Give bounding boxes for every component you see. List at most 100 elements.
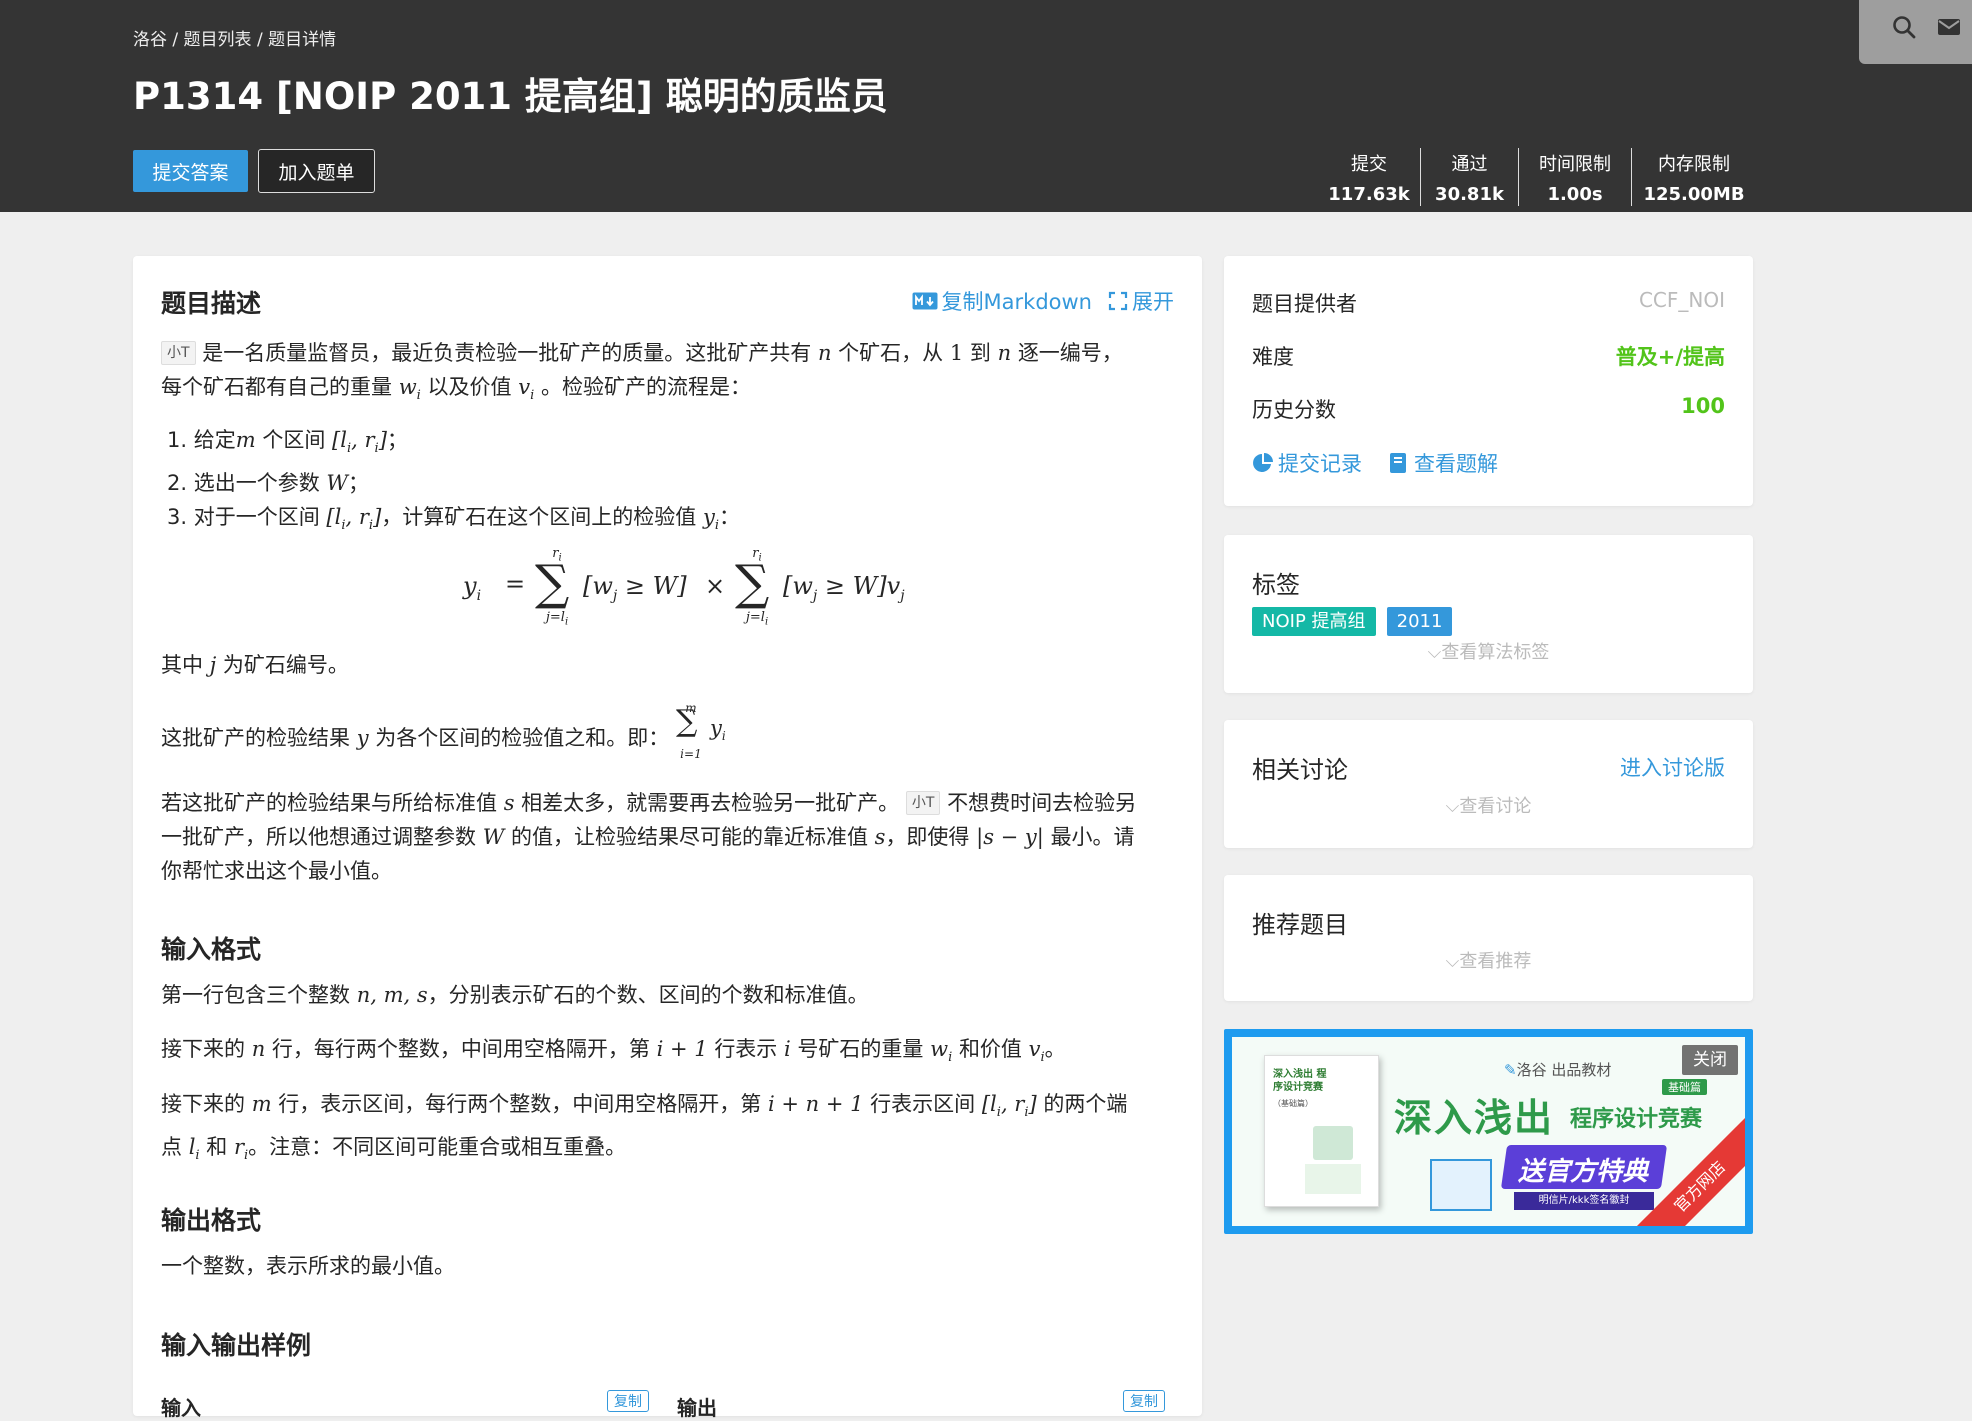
copy-markdown-button[interactable]: 复制Markdown bbox=[912, 286, 1092, 316]
stat-value: 1.00s bbox=[1547, 183, 1603, 205]
display-formula: yi = ri ∑ j=li [wj ≥ W] × ri ∑ j=li [wj … bbox=[463, 546, 963, 628]
sum-yi: m ∑ i=1 yi bbox=[675, 701, 726, 761]
input-format-line-2: 接下来的 n 行，每行两个整数，中间用空格隔开，第 i + 1 行表示 i 号矿… bbox=[161, 1037, 1066, 1066]
breadcrumb-problem-list[interactable]: 题目列表 bbox=[184, 30, 252, 50]
luogu-logo-icon: ✎ bbox=[1504, 1061, 1517, 1079]
math-yi: yi bbox=[702, 505, 720, 534]
mail-icon[interactable] bbox=[1937, 17, 1961, 41]
expand-button[interactable]: 展开 bbox=[1108, 286, 1174, 316]
desc-paragraph-1: 小T 是一名质量监督员，最近负责检验一批矿产的质量。这批矿产共有 n 个矿石，从… bbox=[161, 336, 1174, 413]
formula-lhs: yi bbox=[463, 572, 482, 604]
tag-year[interactable]: 2011 bbox=[1386, 607, 1453, 636]
page-title: P1314 [NOIP 2011 提高组] 聪明的质监员 bbox=[133, 75, 888, 118]
show-algorithm-tags[interactable]: ⌵查看算法标签 bbox=[1224, 638, 1753, 664]
stat-value: 125.00MB bbox=[1643, 183, 1745, 205]
tags-title: 标签 bbox=[1252, 571, 1300, 599]
pie-chart-icon bbox=[1253, 453, 1273, 472]
provider-row: 题目提供者 CCF_NOI bbox=[1252, 288, 1725, 318]
desc-paragraph-2: 其中 j 为矿石编号。 bbox=[161, 653, 349, 677]
copy-markdown-label: 复制Markdown bbox=[941, 290, 1092, 314]
formula-times: × bbox=[705, 572, 726, 600]
sum-bot: j=li bbox=[745, 610, 769, 628]
provider-value[interactable]: CCF_NOI bbox=[1639, 288, 1725, 318]
markdown-icon bbox=[912, 292, 938, 310]
discussion-card: 相关讨论 进入讨论版 ⌵查看讨论 bbox=[1224, 720, 1753, 848]
book-cover-image: 深入浅出 程序设计竞赛 （基础篇） bbox=[1264, 1055, 1379, 1207]
tag-list: NOIP 提高组 2011 bbox=[1252, 607, 1458, 636]
desc-paragraph-4: 若这批矿产的检验结果与所给标准值 s 相差太多，就需要再去检验另一批矿产。 小T… bbox=[161, 791, 1137, 883]
submit-answer-button[interactable]: 提交答案 bbox=[133, 150, 248, 192]
stat-label: 通过 bbox=[1451, 153, 1488, 175]
view-solutions-link[interactable]: 查看题解 bbox=[1388, 448, 1498, 478]
tags-card: 标签 NOIP 提高组 2011 ⌵查看算法标签 bbox=[1224, 535, 1753, 693]
sum-bot: j=li bbox=[545, 610, 569, 628]
recommend-title: 推荐题目 bbox=[1252, 911, 1348, 939]
discussion-title: 相关讨论 bbox=[1252, 756, 1348, 784]
stat-label: 时间限制 bbox=[1539, 153, 1611, 175]
input-format-line-1: 第一行包含三个整数 n, m, s，分别表示矿石的个数、区间的个数和标准值。 bbox=[161, 983, 869, 1007]
text: 到 bbox=[969, 341, 991, 365]
stat-time-limit: 时间限制 1.00s bbox=[1519, 148, 1632, 206]
show-recommendations[interactable]: ⌵查看推荐 bbox=[1224, 947, 1753, 973]
search-icon[interactable] bbox=[1891, 14, 1917, 44]
description-heading: 题目描述 bbox=[161, 289, 262, 318]
close-ad-button[interactable]: 关闭 bbox=[1682, 1045, 1738, 1075]
math-interval: [li, ri] bbox=[332, 428, 387, 457]
bracket-2: [wj ≥ W]vj bbox=[783, 572, 905, 604]
sum-sign-2: ∑ bbox=[735, 555, 770, 611]
user-tag[interactable]: 小T bbox=[905, 791, 941, 815]
difficulty-label: 难度 bbox=[1252, 345, 1294, 369]
input-format-line-3: 接下来的 m 行，表示区间，每行两个整数，中间用空格隔开，第 i + n + 1… bbox=[161, 1092, 1128, 1164]
text: 以及价值 bbox=[427, 375, 512, 399]
ad-edition: 基础篇 bbox=[1662, 1079, 1707, 1095]
ad-content: 深入浅出 程序设计竞赛 （基础篇） ✎洛谷 出品教材 深入浅出 程序设计竞赛 基… bbox=[1232, 1037, 1745, 1226]
problem-info-card: 题目提供者 CCF_NOI 难度 普及+/提高 历史分数 100 提交记录 查看… bbox=[1224, 256, 1753, 506]
math-interval: [li, ri] bbox=[326, 505, 382, 534]
submission-records-link[interactable]: 提交记录 bbox=[1252, 448, 1362, 478]
ad-promo: 送官方特典 bbox=[1518, 1157, 1649, 1187]
stat-label: 提交 bbox=[1351, 153, 1387, 175]
difficulty-row: 难度 普及+/提高 bbox=[1252, 341, 1725, 371]
book-subtitle: （基础篇） bbox=[1273, 1099, 1313, 1108]
recommend-card: 推荐题目 ⌵查看推荐 bbox=[1224, 875, 1753, 1001]
stat-label: 内存限制 bbox=[1658, 153, 1730, 175]
add-to-list-button[interactable]: 加入题单 bbox=[258, 149, 375, 193]
text: 个矿石，从 bbox=[838, 341, 944, 365]
ad-headline: 深入浅出 bbox=[1394, 1096, 1555, 1140]
chevron-down-icon: ⌵ bbox=[1427, 642, 1442, 663]
difficulty-value: 普及+/提高 bbox=[1615, 345, 1725, 369]
user-tag[interactable]: 小T bbox=[161, 341, 196, 365]
breadcrumb-home[interactable]: 洛谷 bbox=[133, 30, 167, 50]
header-tools bbox=[1859, 0, 1972, 64]
text: 逐一编号， bbox=[1017, 341, 1123, 365]
input-format-heading: 输入格式 bbox=[161, 935, 262, 964]
problem-stats: 提交 117.63k 通过 30.81k 时间限制 1.00s 内存限制 125… bbox=[1318, 148, 1756, 206]
math-n: n bbox=[817, 341, 832, 365]
show-discussions[interactable]: ⌵查看讨论 bbox=[1224, 792, 1753, 818]
desc-paragraph-3: 这批矿产的检验结果 y 为各个区间的检验值之和。即： m ∑ i=1 yi bbox=[161, 701, 1174, 761]
procedure-list: 1. 给定m 个区间 [li, ri]； 2. 选出一个参数 W； 3. 对于一… bbox=[167, 423, 1174, 543]
sum-sign-1: ∑ bbox=[535, 555, 570, 611]
math-n: n bbox=[997, 341, 1012, 365]
stat-value: 30.81k bbox=[1435, 183, 1504, 205]
list-item: 1. 给定m 个区间 [li, ri]； bbox=[167, 428, 408, 457]
book-title: 深入浅出 程序设计竞赛 bbox=[1273, 1069, 1327, 1093]
tag-noip[interactable]: NOIP 提高组 bbox=[1252, 607, 1376, 636]
list-item: 2. 选出一个参数 W； bbox=[167, 471, 370, 496]
math-wi: wi bbox=[398, 375, 421, 404]
ad-brand: ✎洛谷 出品教材 bbox=[1504, 1061, 1612, 1079]
sample-output-label: 输出 bbox=[677, 1396, 717, 1420]
sample-input-label: 输入 bbox=[161, 1396, 201, 1420]
text: 。检验矿产的流程是： bbox=[540, 375, 751, 399]
output-format-heading: 输出格式 bbox=[161, 1206, 262, 1235]
chevron-down-icon: ⌵ bbox=[1445, 951, 1460, 972]
ad-banner[interactable]: 深入浅出 程序设计竞赛 （基础篇） ✎洛谷 出品教材 深入浅出 程序设计竞赛 基… bbox=[1224, 1029, 1753, 1234]
enter-forum-link[interactable]: 进入讨论版 bbox=[1620, 752, 1725, 782]
copy-output-button[interactable]: 复制 bbox=[1123, 1390, 1165, 1412]
info-links: 提交记录 查看题解 bbox=[1252, 448, 1725, 478]
copy-input-button[interactable]: 复制 bbox=[607, 1390, 649, 1412]
chevron-down-icon: ⌵ bbox=[1445, 796, 1460, 817]
breadcrumb-sep: / bbox=[172, 30, 179, 50]
postcard-image bbox=[1430, 1159, 1492, 1211]
score-value: 100 bbox=[1681, 394, 1725, 418]
